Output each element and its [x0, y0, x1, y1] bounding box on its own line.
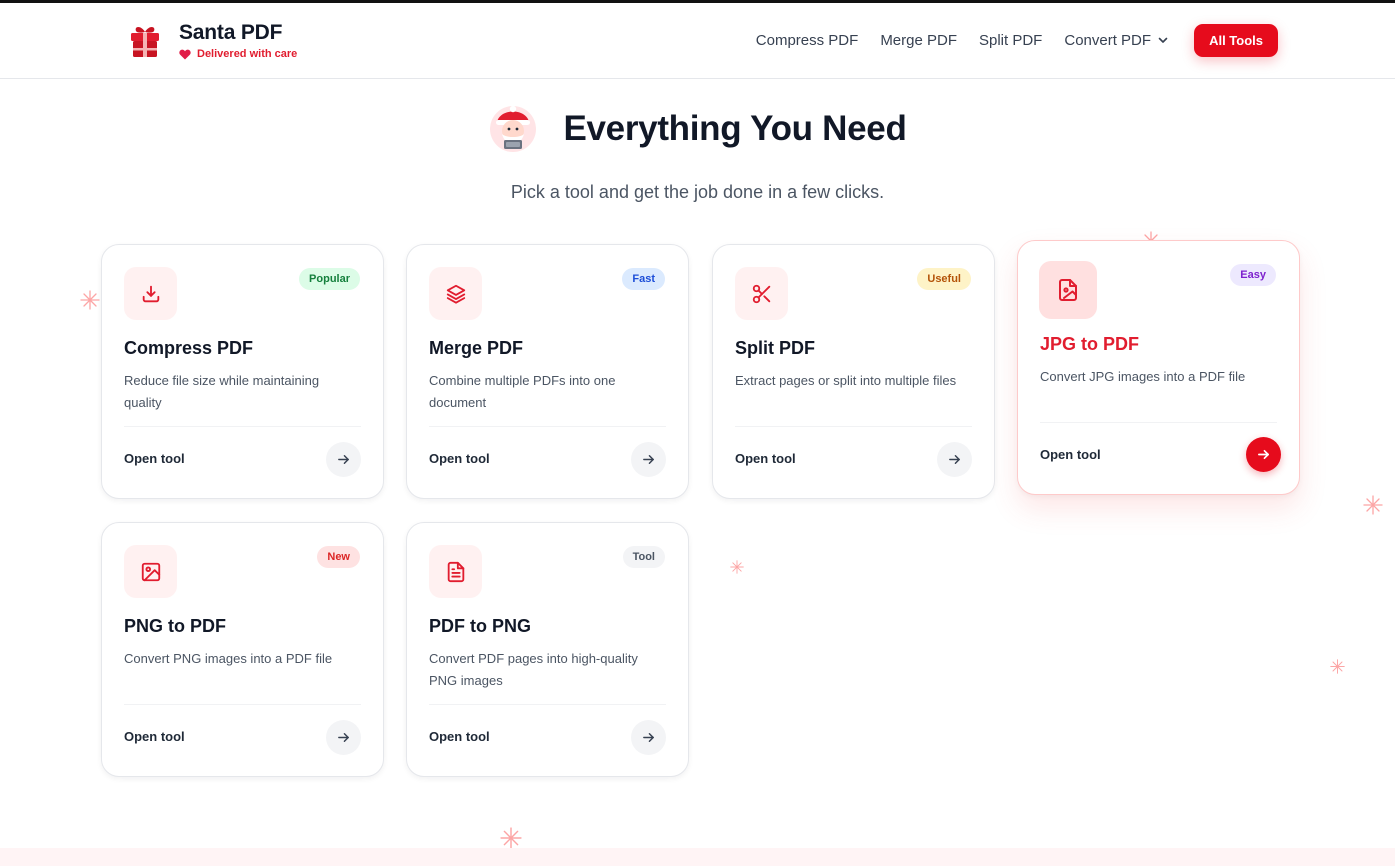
badge-new: New: [317, 546, 360, 568]
sparkle-icon: [500, 827, 522, 849]
download-icon: [142, 285, 159, 302]
page-subtitle: Pick a tool and get the job done in a fe…: [510, 182, 885, 202]
card-title: Compress PDF: [124, 338, 254, 358]
sparkle-icon: [80, 290, 100, 310]
open-tool-arrow-button[interactable]: [937, 442, 972, 477]
open-tool-link[interactable]: Open tool: [429, 451, 490, 466]
badge-fast: Fast: [622, 268, 665, 290]
layers-icon: [446, 284, 465, 304]
tool-card-png-to-pdf[interactable]: New PNG to PDF Convert PNG images into a…: [101, 522, 384, 777]
open-tool-link[interactable]: Open tool: [1040, 447, 1101, 462]
file-text-icon: [447, 561, 464, 582]
open-tool-link[interactable]: Open tool: [124, 451, 185, 466]
card-icon-box: [1039, 261, 1097, 319]
tagline-text: Delivered with care: [197, 48, 298, 60]
card-divider: [124, 704, 361, 705]
brand[interactable]: Santa PDF Delivered with care: [128, 21, 297, 60]
all-tools-button[interactable]: All Tools: [1194, 24, 1278, 57]
tool-card-compress-pdf[interactable]: Popular Compress PDF Reduce file size wh…: [101, 244, 384, 499]
badge-tool: Tool: [622, 546, 665, 568]
badge-useful: Useful: [917, 268, 971, 290]
card-title: Split PDF: [735, 338, 815, 358]
card-icon-box: [124, 267, 177, 320]
card-divider: [429, 426, 666, 427]
open-tool-arrow-button[interactable]: [631, 720, 666, 755]
open-tool-arrow-button[interactable]: [326, 442, 361, 477]
open-tool-link[interactable]: Open tool: [124, 729, 185, 744]
card-icon-box: [429, 267, 482, 320]
card-description: Extract pages or split into multiple fil…: [735, 373, 957, 388]
badge-popular: Popular: [299, 268, 360, 290]
top-navbar: Santa PDF Delivered with care Compress P…: [0, 3, 1395, 79]
arrow-right-icon: [1258, 449, 1269, 460]
main-nav: Compress PDF Merge PDF Split PDF Convert…: [756, 24, 1278, 57]
file-image-icon: [1059, 279, 1077, 301]
nav-convert-pdf-dropdown[interactable]: Convert PDF: [1064, 32, 1168, 49]
nav-split-pdf[interactable]: Split PDF: [979, 32, 1042, 49]
footer-strip: [0, 848, 1395, 866]
card-description: Convert JPG images into a PDF file: [1040, 369, 1246, 384]
scissors-icon: [752, 284, 770, 303]
card-description: Convert PNG images into a PDF file: [124, 651, 333, 666]
open-tool-arrow-button[interactable]: [1246, 437, 1281, 472]
card-divider: [1040, 422, 1277, 423]
sparkle-icon: [730, 560, 744, 574]
card-divider: [124, 426, 361, 427]
brand-name: Santa PDF: [179, 21, 283, 44]
sparkle-icon: [1330, 659, 1345, 674]
card-title: Merge PDF: [429, 338, 524, 358]
open-tool-link[interactable]: Open tool: [735, 451, 796, 466]
open-tool-arrow-button[interactable]: [631, 442, 666, 477]
tool-card-jpg-to-pdf[interactable]: Easy JPG to PDF Convert JPG images into …: [1017, 240, 1300, 495]
tool-card-split-pdf[interactable]: Useful Split PDF Extract pages or split …: [712, 244, 995, 499]
image-icon: [141, 562, 160, 581]
page-title: Everything You Need: [563, 109, 907, 148]
card-icon-box: [429, 545, 482, 598]
card-divider: [429, 704, 666, 705]
dropdown-label: Convert PDF: [1064, 32, 1152, 49]
arrow-right-icon: [643, 733, 654, 742]
card-title: JPG to PDF: [1040, 334, 1140, 354]
chevron-down-icon: [1158, 37, 1168, 43]
arrow-right-icon: [643, 455, 654, 464]
card-icon-box: [735, 267, 788, 320]
card-description: Reduce file size while maintaining quali…: [124, 373, 320, 410]
gift-logo-icon: [131, 26, 159, 57]
card-title: PNG to PDF: [124, 616, 226, 636]
heart-icon: [179, 49, 191, 59]
card-title: PDF to PNG: [429, 616, 531, 636]
santa-mascot-icon: [490, 105, 537, 152]
hero-heading: Everything You Need: [0, 103, 1395, 155]
nav-merge-pdf[interactable]: Merge PDF: [880, 32, 957, 49]
open-tool-link[interactable]: Open tool: [429, 729, 490, 744]
open-tool-arrow-button[interactable]: [326, 720, 361, 755]
brand-tagline: Delivered with care: [179, 48, 297, 60]
tool-card-merge-pdf[interactable]: Fast Merge PDF Combine multiple PDFs int…: [406, 244, 689, 499]
nav-compress-pdf[interactable]: Compress PDF: [756, 32, 859, 49]
card-description: Convert PDF pages into high-quality PNG …: [429, 651, 638, 688]
card-icon-box: [124, 545, 177, 598]
badge-easy: Easy: [1230, 264, 1276, 286]
card-divider: [735, 426, 972, 427]
sparkle-icon: [1363, 495, 1383, 515]
arrow-right-icon: [338, 455, 349, 464]
arrow-right-icon: [949, 455, 960, 464]
card-description: Combine multiple PDFs into one document: [429, 373, 616, 410]
tool-card-pdf-to-png[interactable]: Tool PDF to PNG Convert PDF pages into h…: [406, 522, 689, 777]
arrow-right-icon: [338, 733, 349, 742]
